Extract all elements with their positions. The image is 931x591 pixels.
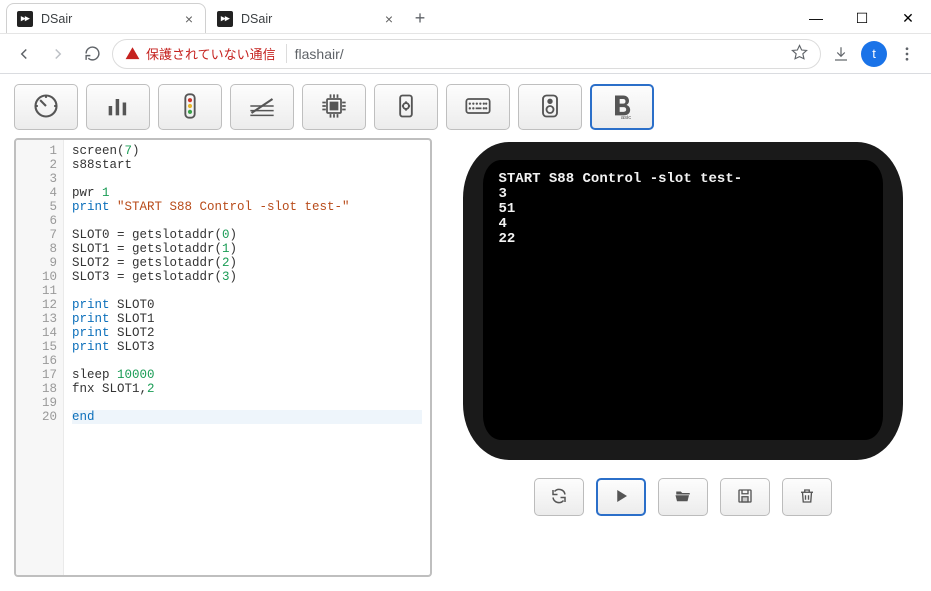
code-line[interactable] bbox=[72, 214, 422, 228]
code-line[interactable]: print "START S88 Control -slot test-" bbox=[72, 200, 422, 214]
tool-traffic-light[interactable] bbox=[158, 84, 222, 130]
bar-chart-icon bbox=[104, 92, 132, 123]
run-toolbar bbox=[534, 478, 832, 516]
main-panes: 1 2 3 4 5 6 7 8 9 10 11 12 13 14 15 16 1… bbox=[14, 138, 917, 577]
traffic-light-icon bbox=[176, 92, 204, 123]
tab-title: DSair bbox=[241, 12, 377, 26]
code-line[interactable]: SLOT0 = getslotaddr(0) bbox=[72, 228, 422, 242]
browser-tab[interactable]: ▸▸ DSair × bbox=[6, 3, 206, 33]
window-titlebar: ▸▸ DSair × ▸▸ DSair × + — ☐ ✕ bbox=[0, 0, 931, 34]
tool-rails[interactable] bbox=[230, 84, 294, 130]
code-line[interactable]: SLOT3 = getslotaddr(3) bbox=[72, 270, 422, 284]
code-line[interactable] bbox=[72, 284, 422, 298]
code-line[interactable]: SLOT2 = getslotaddr(2) bbox=[72, 256, 422, 270]
open-icon bbox=[674, 487, 692, 508]
play-icon bbox=[612, 487, 630, 508]
tab-favicon: ▸▸ bbox=[217, 11, 233, 27]
tool-gauge[interactable] bbox=[14, 84, 78, 130]
basic-icon: asic bbox=[608, 92, 636, 123]
bookmark-star-icon[interactable] bbox=[791, 44, 808, 64]
gauge-icon bbox=[32, 92, 60, 123]
delete-button[interactable] bbox=[782, 478, 832, 516]
nav-forward-button[interactable] bbox=[44, 40, 72, 68]
code-line[interactable]: screen(7) bbox=[72, 144, 422, 158]
reload-icon bbox=[550, 487, 568, 508]
url-text: flashair/ bbox=[295, 46, 344, 62]
rails-icon bbox=[248, 92, 276, 123]
code-line[interactable]: print SLOT0 bbox=[72, 298, 422, 312]
url-field[interactable]: 保護されていない通信 flashair/ bbox=[112, 39, 821, 69]
monitor-frame: START S88 Control -slot test- 3 51 4 22 bbox=[463, 142, 903, 460]
editor-code-area[interactable]: screen(7)s88start pwr 1print "START S88 … bbox=[64, 140, 430, 575]
code-line[interactable]: s88start bbox=[72, 158, 422, 172]
play-button[interactable] bbox=[596, 478, 646, 516]
reload-button[interactable] bbox=[534, 478, 584, 516]
tool-cpu[interactable] bbox=[302, 84, 366, 130]
code-line[interactable]: SLOT1 = getslotaddr(1) bbox=[72, 242, 422, 256]
tab-close-icon[interactable]: × bbox=[385, 12, 393, 26]
code-line[interactable]: print SLOT2 bbox=[72, 326, 422, 340]
nav-reload-button[interactable] bbox=[78, 40, 106, 68]
window-close-button[interactable]: ✕ bbox=[885, 3, 931, 33]
code-line[interactable]: fnx SLOT1,2 bbox=[72, 382, 422, 396]
security-warning: 保護されていない通信 bbox=[125, 44, 287, 63]
app-content: asic 1 2 3 4 5 6 7 8 9 10 11 12 13 14 15… bbox=[0, 74, 931, 587]
browser-menu-button[interactable] bbox=[893, 40, 921, 68]
browser-tab[interactable]: ▸▸ DSair × bbox=[206, 3, 406, 33]
code-line[interactable] bbox=[72, 172, 422, 186]
window-controls: — ☐ ✕ bbox=[793, 3, 931, 33]
code-line[interactable]: pwr 1 bbox=[72, 186, 422, 200]
save-button[interactable] bbox=[720, 478, 770, 516]
tool-keyboard[interactable] bbox=[446, 84, 510, 130]
save-icon bbox=[736, 487, 754, 508]
tab-title: DSair bbox=[41, 12, 177, 26]
output-pane: START S88 Control -slot test- 3 51 4 22 bbox=[448, 138, 917, 577]
code-editor[interactable]: 1 2 3 4 5 6 7 8 9 10 11 12 13 14 15 16 1… bbox=[14, 138, 432, 577]
open-button[interactable] bbox=[658, 478, 708, 516]
window-minimize-button[interactable]: — bbox=[793, 3, 839, 33]
code-line[interactable] bbox=[72, 396, 422, 410]
nav-back-button[interactable] bbox=[10, 40, 38, 68]
speaker-icon bbox=[536, 92, 564, 123]
cpu-icon bbox=[320, 92, 348, 123]
profile-avatar[interactable]: t bbox=[861, 41, 887, 67]
delete-icon bbox=[798, 487, 816, 508]
code-line[interactable]: sleep 10000 bbox=[72, 368, 422, 382]
tool-bar-chart[interactable] bbox=[86, 84, 150, 130]
code-line[interactable] bbox=[72, 354, 422, 368]
tab-favicon: ▸▸ bbox=[17, 11, 33, 27]
device-settings-icon bbox=[392, 92, 420, 123]
editor-gutter: 1 2 3 4 5 6 7 8 9 10 11 12 13 14 15 16 1… bbox=[16, 140, 64, 575]
browser-address-bar: 保護されていない通信 flashair/ t bbox=[0, 34, 931, 74]
app-toolbar: asic bbox=[14, 84, 917, 130]
tool-speaker[interactable] bbox=[518, 84, 582, 130]
tool-device-settings[interactable] bbox=[374, 84, 438, 130]
code-line[interactable]: print SLOT3 bbox=[72, 340, 422, 354]
console-output: START S88 Control -slot test- 3 51 4 22 bbox=[483, 160, 883, 440]
download-icon[interactable] bbox=[827, 40, 855, 68]
tab-close-icon[interactable]: × bbox=[185, 12, 193, 26]
svg-text:asic: asic bbox=[621, 114, 631, 119]
keyboard-icon bbox=[464, 92, 492, 123]
new-tab-button[interactable]: + bbox=[406, 8, 434, 33]
browser-tabs: ▸▸ DSair × ▸▸ DSair × bbox=[0, 3, 406, 33]
code-line[interactable]: end bbox=[72, 410, 422, 424]
code-line[interactable]: print SLOT1 bbox=[72, 312, 422, 326]
window-maximize-button[interactable]: ☐ bbox=[839, 3, 885, 33]
security-warning-text: 保護されていない通信 bbox=[146, 44, 276, 63]
tool-basic[interactable]: asic bbox=[590, 84, 654, 130]
